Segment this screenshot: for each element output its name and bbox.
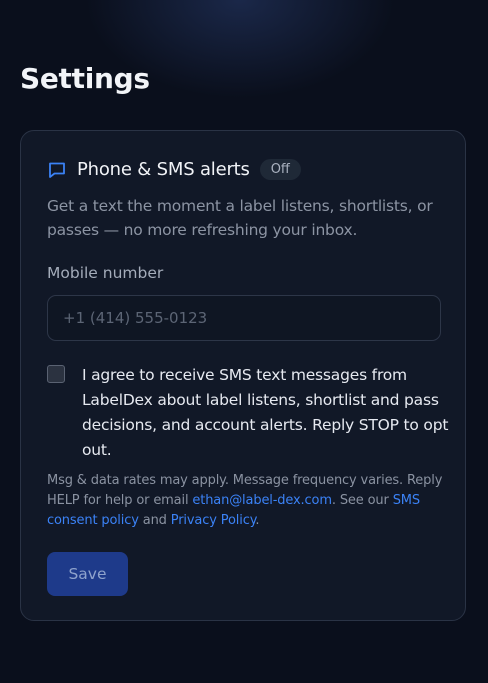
privacy-policy-link[interactable]: Privacy Policy — [171, 513, 256, 528]
fine-print-text: and — [138, 513, 171, 528]
mobile-number-input[interactable] — [47, 295, 441, 341]
fine-print: Msg & data rates may apply. Message freq… — [47, 471, 447, 531]
page-title: Settings — [20, 62, 150, 95]
card-title: Phone & SMS alerts — [77, 159, 250, 180]
card-header: Phone & SMS alerts Off — [47, 159, 301, 180]
fine-print-text: . — [255, 513, 260, 528]
support-email-link[interactable]: ethan@label-dex.com — [192, 493, 332, 508]
mobile-number-label: Mobile number — [47, 264, 164, 282]
chat-bubble-icon — [47, 160, 67, 180]
status-badge: Off — [259, 159, 301, 180]
sms-alerts-card: Phone & SMS alerts Off Get a text the mo… — [20, 130, 466, 621]
card-description: Get a text the moment a label listens, s… — [47, 197, 433, 239]
sms-consent-checkbox[interactable] — [47, 365, 65, 383]
fine-print-text: . See our — [331, 493, 393, 508]
sms-consent-text: I agree to receive SMS text messages fro… — [82, 366, 449, 459]
save-button[interactable]: Save — [47, 552, 128, 596]
